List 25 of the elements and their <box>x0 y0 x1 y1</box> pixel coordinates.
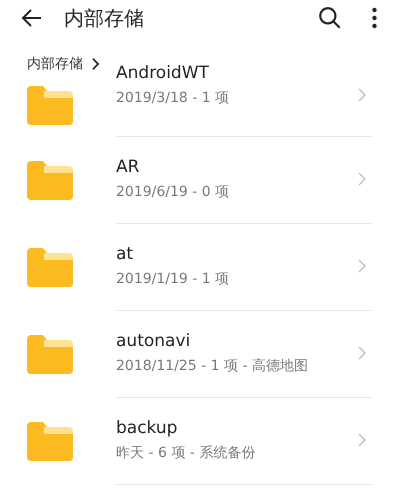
folder-name: AR <box>116 157 140 177</box>
folder-icon <box>27 85 73 125</box>
more-menu-icon[interactable] <box>371 6 378 30</box>
folder-icon <box>27 334 73 374</box>
search-icon[interactable] <box>317 5 343 31</box>
folder-name: at <box>116 244 134 264</box>
folder-icon <box>27 160 73 200</box>
breadcrumb-item[interactable]: 内部存储 <box>27 55 83 73</box>
folder-details: 2019/3/18 - 1 项 <box>116 88 230 106</box>
chevron-icon <box>358 172 366 186</box>
folder-details: 昨天 - 6 项 - 系统备份 <box>116 444 256 462</box>
chevron-icon <box>358 88 366 102</box>
folder-details: 2018/11/25 - 1 项 - 高德地图 <box>116 357 308 375</box>
chevron-icon <box>358 346 366 360</box>
folder-name: autonavi <box>116 331 190 351</box>
folder-details: 2019/1/19 - 1 项 <box>116 270 230 288</box>
folder-icon <box>27 420 73 460</box>
chevron-icon <box>358 259 366 273</box>
chevron-icon <box>358 433 366 447</box>
folder-name: AndroidWT <box>116 62 209 82</box>
folder-icon <box>27 246 73 286</box>
folder-details: 2019/6/19 - 0 项 <box>116 183 230 201</box>
folder-name: backup <box>116 418 178 438</box>
page-title: 内部存储 <box>64 4 145 32</box>
chevron-icon <box>91 57 100 71</box>
